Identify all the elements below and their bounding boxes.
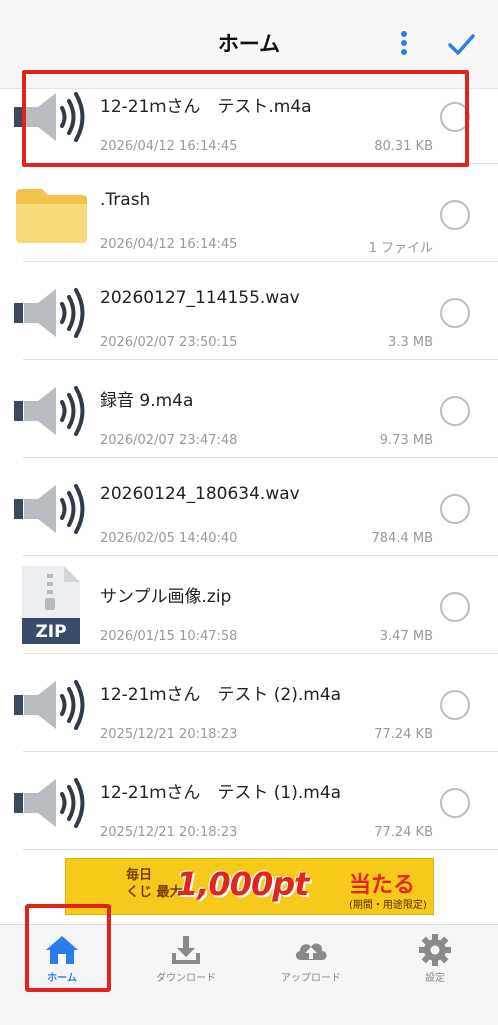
select-radio[interactable] xyxy=(440,396,470,426)
svg-text:ZIP: ZIP xyxy=(35,622,66,642)
file-date: 2026/02/05 14:40:40 xyxy=(100,531,238,546)
file-name: 20260124_180634.wav xyxy=(100,484,300,504)
speaker-icon xyxy=(12,774,90,832)
file-size: 9.73 MB xyxy=(379,433,433,448)
ad-right-text: 当たる xyxy=(349,873,416,898)
tab-bar: ホーム ダウンロード アップロード 設定 xyxy=(0,924,498,1025)
file-date: 2026/02/07 23:50:15 xyxy=(100,335,238,350)
cloud-upload-icon xyxy=(295,943,327,960)
file-date: 2025/12/21 20:18:23 xyxy=(100,727,238,742)
select-radio[interactable] xyxy=(440,102,470,132)
zip-icon: ZIP xyxy=(12,566,90,646)
file-row[interactable]: 12-21ｍさん テスト (2).m4a 2025/12/21 20:18:23… xyxy=(0,654,498,752)
file-name: 録音 9.m4a xyxy=(100,391,194,411)
file-name: 12-21ｍさん テスト.m4a xyxy=(100,97,312,117)
file-list: 12-21ｍさん テスト.m4a 2026/04/12 16:14:45 80.… xyxy=(0,66,498,850)
file-size: 1 ファイル xyxy=(368,241,433,256)
file-date: 2026/04/12 16:14:45 xyxy=(100,139,238,154)
speaker-icon xyxy=(12,676,90,734)
home-icon xyxy=(46,936,78,964)
speaker-icon xyxy=(12,480,90,538)
ad-left-text: 毎日 くじ 最大 xyxy=(126,868,183,900)
select-radio[interactable] xyxy=(440,788,470,818)
speaker-icon xyxy=(12,88,90,146)
row-divider xyxy=(23,849,498,850)
tab-download-label: ダウンロード xyxy=(156,973,216,984)
file-row[interactable]: ZIP サンプル画像.zip 2026/01/15 10:47:58 3.47 … xyxy=(0,556,498,654)
gear-icon xyxy=(419,934,451,966)
file-date: 2025/12/21 20:18:23 xyxy=(100,825,238,840)
folder-icon xyxy=(12,186,90,244)
file-row[interactable]: .Trash 2026/04/12 16:14:45 1 ファイル xyxy=(0,164,498,262)
file-size: 77.24 KB xyxy=(374,825,433,840)
page-title: ホーム xyxy=(217,32,281,56)
file-size: 77.24 KB xyxy=(374,727,433,742)
file-row[interactable]: 20260127_114155.wav 2026/02/07 23:50:15 … xyxy=(0,262,498,360)
file-name: 20260127_114155.wav xyxy=(100,288,300,308)
file-row[interactable]: 20260124_180634.wav 2026/02/05 14:40:40 … xyxy=(0,458,498,556)
file-size: 80.31 KB xyxy=(374,139,433,154)
file-size: 3.47 MB xyxy=(379,629,433,644)
select-radio[interactable] xyxy=(440,298,470,328)
file-date: 2026/02/07 23:47:48 xyxy=(100,433,238,448)
file-date: 2026/04/12 16:14:45 xyxy=(100,237,238,252)
select-radio[interactable] xyxy=(440,592,470,622)
tab-settings[interactable]: 設定 xyxy=(373,925,497,1025)
select-radio[interactable] xyxy=(440,200,470,230)
tab-upload[interactable]: アップロード xyxy=(249,925,373,1025)
ad-note: (期間・用途限定) xyxy=(349,900,427,911)
speaker-icon xyxy=(12,284,90,342)
file-size: 3.3 MB xyxy=(388,335,433,350)
file-name: 12-21ｍさん テスト (1).m4a xyxy=(100,783,342,803)
file-row[interactable]: 12-21ｍさん テスト.m4a 2026/04/12 16:14:45 80.… xyxy=(0,66,498,164)
download-icon xyxy=(172,936,200,964)
select-radio[interactable] xyxy=(440,690,470,720)
tab-settings-label: 設定 xyxy=(425,973,445,984)
tab-home[interactable]: ホーム xyxy=(0,925,124,1025)
ad-main-text: 1,000pt xyxy=(176,865,309,903)
more-vertical-icon[interactable] xyxy=(392,30,416,58)
tab-home-label: ホーム xyxy=(47,973,77,984)
tab-upload-label: アップロード xyxy=(281,973,341,984)
select-radio[interactable] xyxy=(440,494,470,524)
file-row[interactable]: 12-21ｍさん テスト (1).m4a 2025/12/21 20:18:23… xyxy=(0,752,498,850)
ad-banner[interactable]: 毎日 くじ 最大 1,000pt 当たる (期間・用途限定) xyxy=(65,858,434,915)
speaker-icon xyxy=(12,382,90,440)
select-check-icon[interactable] xyxy=(446,30,476,60)
file-date: 2026/01/15 10:47:58 xyxy=(100,629,238,644)
file-row[interactable]: 録音 9.m4a 2026/02/07 23:47:48 9.73 MB xyxy=(0,360,498,458)
file-name: サンプル画像.zip xyxy=(100,587,232,607)
file-size: 784.4 MB xyxy=(371,531,433,546)
file-name: 12-21ｍさん テスト (2).m4a xyxy=(100,685,342,705)
file-name: .Trash xyxy=(100,190,151,210)
tab-download[interactable]: ダウンロード xyxy=(124,925,248,1025)
